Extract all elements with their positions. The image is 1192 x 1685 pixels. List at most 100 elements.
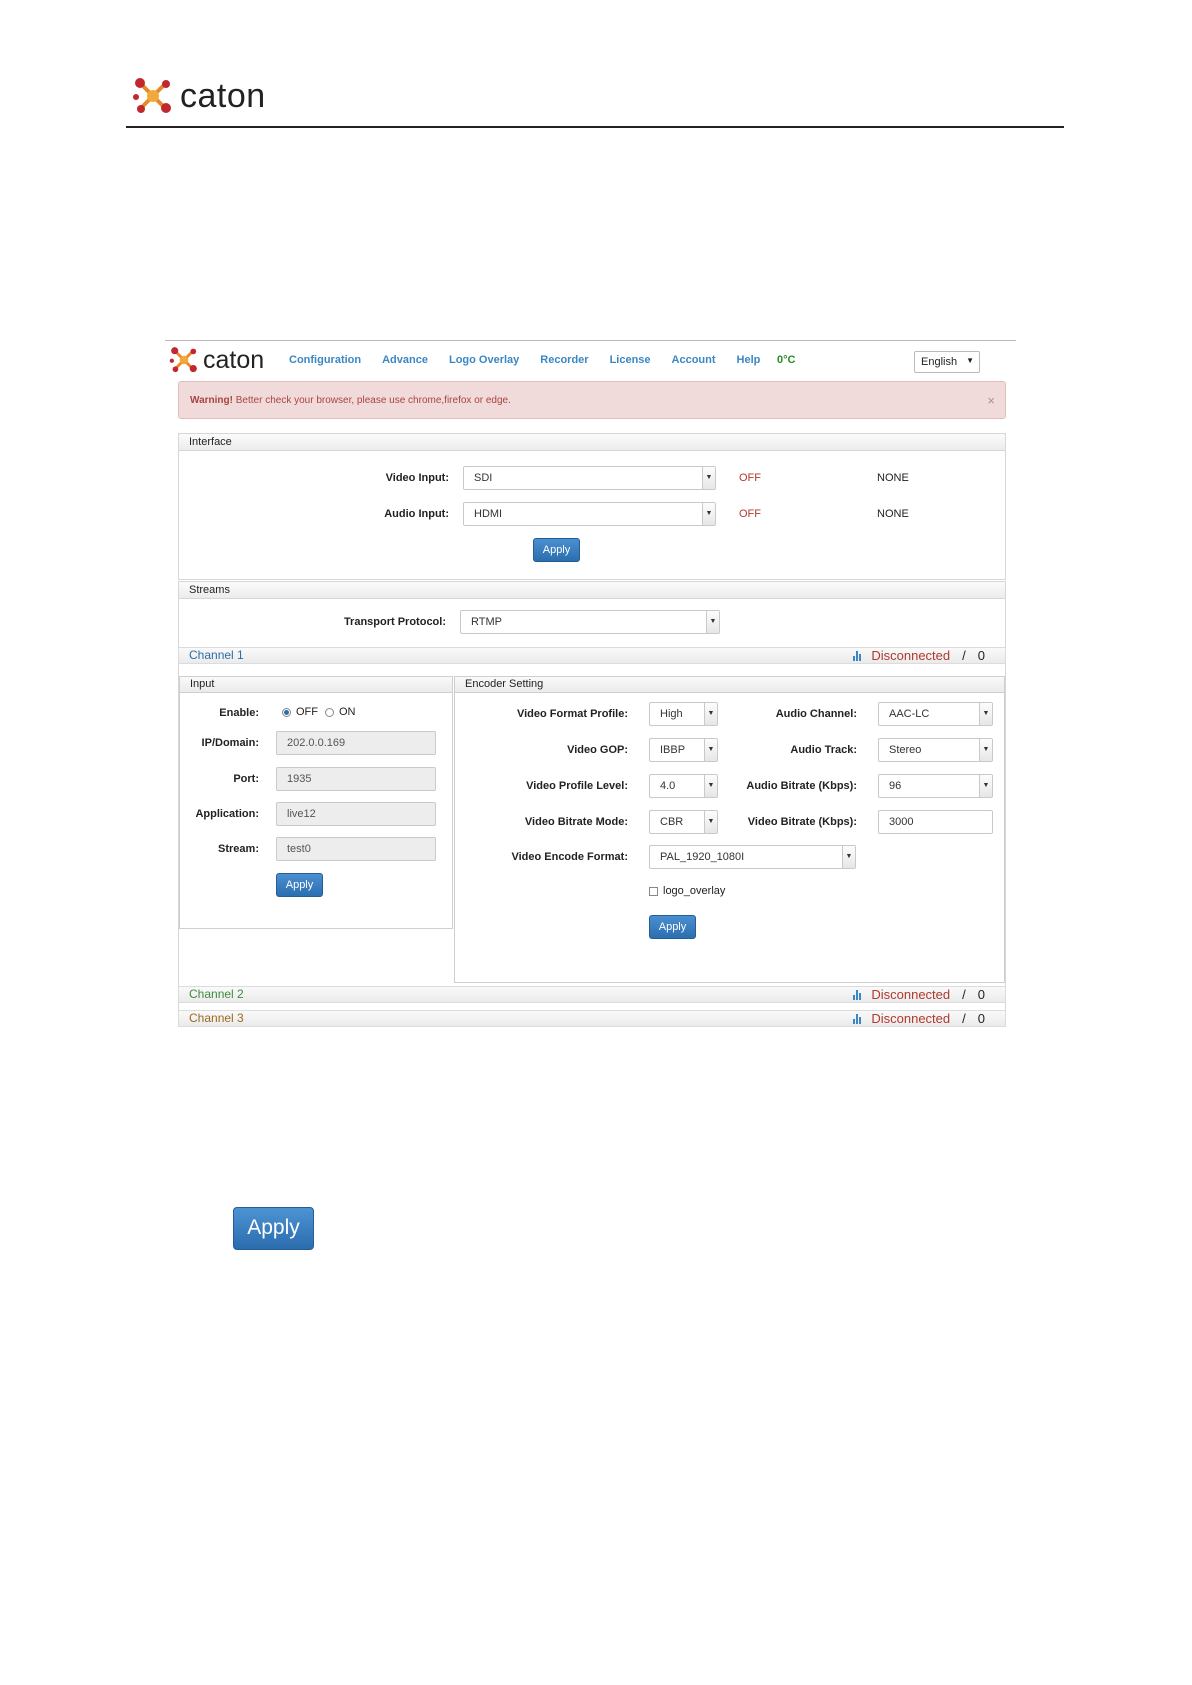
channel-2-connection-status: Disconnected <box>871 987 951 1002</box>
video-bitrate-label: Video Bitrate (Kbps): <box>747 816 857 828</box>
ip-domain-input[interactable]: 202.0.0.169 <box>276 731 436 755</box>
web-ui-screenshot: caton Configuration Advance Logo Overlay… <box>165 340 1016 1053</box>
stream-input[interactable]: test0 <box>276 837 436 861</box>
video-encode-format-label: Video Encode Format: <box>511 851 628 863</box>
logo-overlay-checkbox[interactable]: logo_overlay <box>649 885 725 897</box>
apply-button-illustration[interactable]: Apply <box>233 1207 314 1250</box>
channel-3-separator: / <box>962 1011 966 1026</box>
close-icon[interactable]: × <box>987 393 995 408</box>
menu-license[interactable]: License <box>610 354 651 366</box>
port-input[interactable]: 1935 <box>276 767 436 791</box>
menu-account[interactable]: Account <box>672 354 716 366</box>
channel-3-header[interactable]: Channel 3 Disconnected / 0 <box>178 1010 1006 1027</box>
enable-off-label: OFF <box>296 706 318 718</box>
menu-advance[interactable]: Advance <box>382 354 428 366</box>
logo-overlay-label: logo_overlay <box>663 885 726 897</box>
transport-protocol-select[interactable]: RTMP ▼ <box>460 610 720 634</box>
audio-track-select[interactable]: Stereo ▼ <box>878 738 993 762</box>
channel-1-count: 0 <box>977 648 985 663</box>
encoder-apply-button[interactable]: Apply <box>649 915 696 939</box>
audio-channel-select[interactable]: AAC-LC ▼ <box>878 702 993 726</box>
document-brand: caton <box>180 76 266 115</box>
caret-down-icon: ▼ <box>702 503 715 525</box>
menu-configuration[interactable]: Configuration <box>289 354 361 366</box>
video-bitrate-mode-label: Video Bitrate Mode: <box>524 816 628 828</box>
channel-2-title: Channel 2 <box>189 987 244 1001</box>
video-input-signal: NONE <box>877 472 909 484</box>
interface-panel-header: Interface <box>178 433 1006 451</box>
port-label: Port: <box>233 773 259 785</box>
audio-channel-value: AAC-LC <box>889 708 930 720</box>
caret-down-icon: ▼ <box>704 703 717 725</box>
video-format-profile-label: Video Format Profile: <box>516 708 628 720</box>
video-bitrate-input[interactable]: 3000 <box>878 810 993 834</box>
video-gop-label: Video GOP: <box>567 744 628 756</box>
caret-down-icon: ▼ <box>704 811 717 833</box>
caret-down-icon: ▼ <box>706 611 719 633</box>
channel-2-count: 0 <box>977 987 985 1002</box>
stream-label: Stream: <box>218 843 259 855</box>
caret-down-icon: ▼ <box>979 703 992 725</box>
header-divider <box>126 126 1064 128</box>
channel-3-status: Disconnected / 0 <box>853 1011 985 1026</box>
audio-bitrate-select[interactable]: 96 ▼ <box>878 774 993 798</box>
enable-label: Enable: <box>219 707 259 719</box>
video-input-select[interactable]: SDI ▼ <box>463 466 716 490</box>
video-profile-level-select[interactable]: 4.0 ▼ <box>649 774 718 798</box>
channel-1-status: Disconnected / 0 <box>853 648 985 663</box>
bar-chart-icon[interactable] <box>853 989 862 1000</box>
caret-down-icon: ▼ <box>702 467 715 489</box>
interface-apply-button[interactable]: Apply <box>533 538 580 562</box>
channel-3-title: Channel 3 <box>189 1011 244 1025</box>
language-select[interactable]: English ▼ <box>914 351 980 373</box>
menu-help[interactable]: Help <box>737 354 761 366</box>
video-gop-select[interactable]: IBBP ▼ <box>649 738 718 762</box>
video-encode-format-value: PAL_1920_1080I <box>660 851 745 863</box>
video-format-profile-select[interactable]: High ▼ <box>649 702 718 726</box>
menu-logo-overlay[interactable]: Logo Overlay <box>449 354 519 366</box>
video-input-status: OFF <box>739 472 761 484</box>
video-format-profile-value: High <box>660 708 683 720</box>
channel-1-title: Channel 1 <box>189 648 244 662</box>
channel-3-connection-status: Disconnected <box>871 1011 951 1026</box>
video-input-label: Video Input: <box>385 472 449 484</box>
transport-protocol-value: RTMP <box>471 616 502 628</box>
channel-1-header[interactable]: Channel 1 Disconnected / 0 <box>178 647 1006 664</box>
streams-title: Streams <box>189 584 230 596</box>
transport-protocol-label: Transport Protocol: <box>343 616 446 628</box>
checkbox-icon <box>649 886 658 896</box>
streams-panel-header: Streams <box>178 581 1006 599</box>
caton-logo-icon <box>169 347 197 373</box>
input-apply-button[interactable]: Apply <box>276 873 323 897</box>
enable-on-radio[interactable]: ON <box>325 706 356 718</box>
caret-down-icon: ▼ <box>704 739 717 761</box>
caret-down-icon: ▼ <box>704 775 717 797</box>
main-menu: Configuration Advance Logo Overlay Recor… <box>289 354 781 366</box>
video-profile-level-value: 4.0 <box>660 780 676 792</box>
caret-down-icon: ▼ <box>979 775 992 797</box>
menu-recorder[interactable]: Recorder <box>540 354 588 366</box>
video-gop-value: IBBP <box>660 744 686 756</box>
bar-chart-icon[interactable] <box>853 650 862 661</box>
enable-off-radio[interactable]: OFF <box>282 706 318 718</box>
channel-2-status: Disconnected / 0 <box>853 987 985 1002</box>
temperature-readout: 0°C <box>777 354 796 366</box>
video-bitrate-mode-select[interactable]: CBR ▼ <box>649 810 718 834</box>
channel-2-separator: / <box>962 987 966 1002</box>
video-encode-format-select[interactable]: PAL_1920_1080I ▼ <box>649 845 856 869</box>
video-bitrate-mode-value: CBR <box>660 816 684 828</box>
video-input-value: SDI <box>474 472 493 484</box>
warning-strong: Warning! <box>190 395 233 406</box>
nav-logo[interactable]: caton <box>169 345 264 375</box>
audio-bitrate-value: 96 <box>889 780 902 792</box>
nav-brand: caton <box>203 345 265 374</box>
bar-chart-icon[interactable] <box>853 1013 862 1024</box>
warning-text: Better check your browser, please use ch… <box>232 395 511 406</box>
audio-input-select[interactable]: HDMI ▼ <box>463 502 716 526</box>
application-input[interactable]: live12 <box>276 802 436 826</box>
audio-channel-label: Audio Channel: <box>775 708 857 720</box>
application-label: Application: <box>195 808 259 820</box>
audio-track-value: Stereo <box>889 744 922 756</box>
channel-2-header[interactable]: Channel 2 Disconnected / 0 <box>178 986 1006 1003</box>
audio-track-label: Audio Track: <box>790 744 857 756</box>
